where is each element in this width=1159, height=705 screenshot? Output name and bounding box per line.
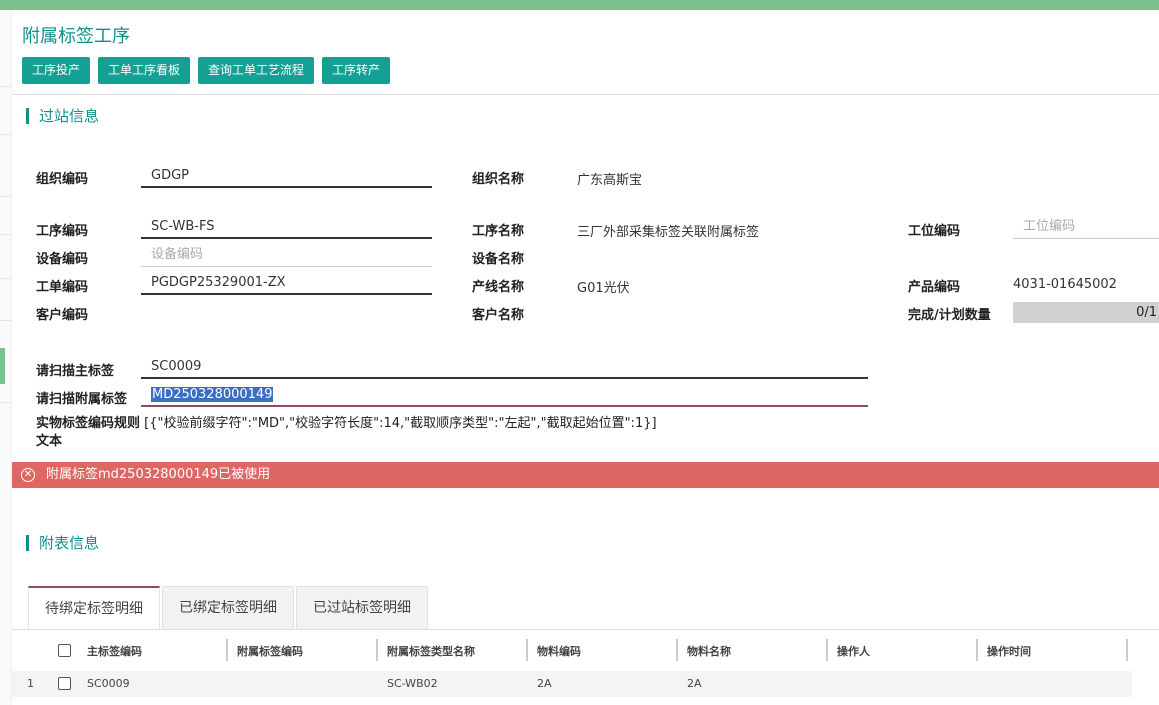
sub-label-scan-label: 请扫描附属标签 xyxy=(36,392,128,407)
section-title-attach: 附表信息 xyxy=(26,535,99,551)
col-resizer[interactable] xyxy=(526,639,528,661)
error-message: 附属标签md250328000149已被使用 xyxy=(46,467,271,482)
left-divider xyxy=(0,134,12,135)
col-resizer[interactable] xyxy=(826,639,828,661)
cell-main-label: SC0009 xyxy=(87,677,130,690)
workorder-board-button[interactable]: 工单工序看板 xyxy=(98,57,191,84)
left-divider xyxy=(0,320,12,321)
col-type-name[interactable]: 附属标签类型名称 xyxy=(387,643,475,659)
page-title: 附属标签工序 xyxy=(22,26,130,47)
divider xyxy=(12,94,1159,95)
device-name-label: 设备名称 xyxy=(472,252,525,267)
station-code-label: 工位编码 xyxy=(908,224,961,239)
select-all-checkbox[interactable] xyxy=(58,644,71,657)
process-transfer-button[interactable]: 工序转产 xyxy=(322,57,391,84)
line-name-label: 产线名称 xyxy=(472,280,525,295)
detail-table: 主标签编码 附属标签编码 附属标签类型名称 物料编码 物料名称 操作人 操作时间… xyxy=(12,629,1159,697)
left-divider xyxy=(0,402,12,403)
left-divider xyxy=(0,278,12,279)
top-accent-bar xyxy=(0,0,1159,10)
row-index: 1 xyxy=(27,677,34,690)
tab-bar: 待绑定标签明细 已绑定标签明细 已过站标签明细 xyxy=(28,586,430,629)
proc-name-label: 工序名称 xyxy=(472,224,525,239)
workorder-code-field[interactable] xyxy=(141,271,432,295)
cell-material-code: 2A xyxy=(537,677,552,690)
proc-code-label: 工序编码 xyxy=(36,224,89,239)
device-code-field[interactable] xyxy=(141,243,432,267)
org-code-label: 组织编码 xyxy=(36,172,89,187)
process-start-button[interactable]: 工序投产 xyxy=(22,57,91,84)
tab-pending[interactable]: 待绑定标签明细 xyxy=(28,586,160,629)
col-resizer[interactable] xyxy=(676,639,678,661)
table-row[interactable]: 1 SC0009 SC-WB02 2A 2A xyxy=(12,671,1132,697)
query-flow-button[interactable]: 查询工单工艺流程 xyxy=(198,57,315,84)
product-code-label: 产品编码 xyxy=(908,280,961,295)
col-resizer[interactable] xyxy=(226,639,228,661)
col-material-name[interactable]: 物料名称 xyxy=(687,643,731,659)
encoding-rule: 实物标签编码规则 [{"校验前缀字符":"MD","校验字符长度":14,"截取… xyxy=(36,415,676,451)
cell-material-name: 2A xyxy=(687,677,702,690)
col-resizer[interactable] xyxy=(976,639,978,661)
close-circle-icon[interactable]: ✕ xyxy=(21,468,35,482)
section-title-station: 过站信息 xyxy=(26,108,99,124)
main-label-scan-label: 请扫描主标签 xyxy=(36,364,115,379)
col-resizer[interactable] xyxy=(376,639,378,661)
left-active-indicator xyxy=(0,348,5,384)
cell-type-name: SC-WB02 xyxy=(387,677,438,690)
customer-code-label: 客户编码 xyxy=(36,308,89,323)
sub-label-scan-input[interactable]: MD250328000149 xyxy=(141,383,868,407)
col-sub-label[interactable]: 附属标签编码 xyxy=(237,643,303,659)
col-operator[interactable]: 操作人 xyxy=(837,643,870,659)
col-main-label[interactable]: 主标签编码 xyxy=(87,643,142,659)
left-divider xyxy=(0,86,12,87)
line-name-value: G01光伏 xyxy=(577,281,630,296)
qty-value: 0/1 xyxy=(1136,305,1157,320)
customer-name-label: 客户名称 xyxy=(472,308,525,323)
tab-bound[interactable]: 已绑定标签明细 xyxy=(162,586,294,629)
tab-passed[interactable]: 已过站标签明细 xyxy=(296,586,428,629)
row-checkbox[interactable] xyxy=(58,677,71,690)
left-divider xyxy=(0,196,12,197)
qty-progress: 0/1 xyxy=(1013,302,1159,323)
product-code-value: 4031-01645002 xyxy=(1013,277,1117,292)
proc-name-value: 三厂外部采集标签关联附属标签 xyxy=(577,225,760,240)
encoding-rule-value: [{"校验前缀字符":"MD","校验字符长度":14,"截取顺序类型":"左起… xyxy=(144,416,657,431)
proc-code-field[interactable] xyxy=(141,215,432,239)
station-code-field[interactable] xyxy=(1013,215,1159,239)
main-label-scan-input[interactable] xyxy=(141,355,868,379)
sub-label-selected-text: MD250328000149 xyxy=(151,387,274,402)
org-code-field[interactable] xyxy=(141,164,432,188)
error-alert: ✕ 附属标签md250328000149已被使用 xyxy=(12,462,1159,488)
toolbar: 工序投产 工单工序看板 查询工单工艺流程 工序转产 xyxy=(22,57,391,84)
col-material-code[interactable]: 物料编码 xyxy=(537,643,581,659)
col-operate-time[interactable]: 操作时间 xyxy=(987,643,1031,659)
left-collapsed-panel[interactable] xyxy=(0,10,12,705)
qty-label: 完成/计划数量 xyxy=(908,308,991,323)
workorder-code-label: 工单编码 xyxy=(36,280,89,295)
org-name-label: 组织名称 xyxy=(472,172,525,187)
device-code-label: 设备编码 xyxy=(36,252,89,267)
org-name-value: 广东高斯宝 xyxy=(577,173,643,188)
table-header: 主标签编码 附属标签编码 附属标签类型名称 物料编码 物料名称 操作人 操作时间 xyxy=(12,630,1132,668)
left-divider xyxy=(0,234,12,235)
encoding-rule-label-2: 文本 xyxy=(36,434,63,449)
encoding-rule-label: 实物标签编码规则 xyxy=(36,416,141,431)
col-resizer[interactable] xyxy=(1126,639,1128,661)
